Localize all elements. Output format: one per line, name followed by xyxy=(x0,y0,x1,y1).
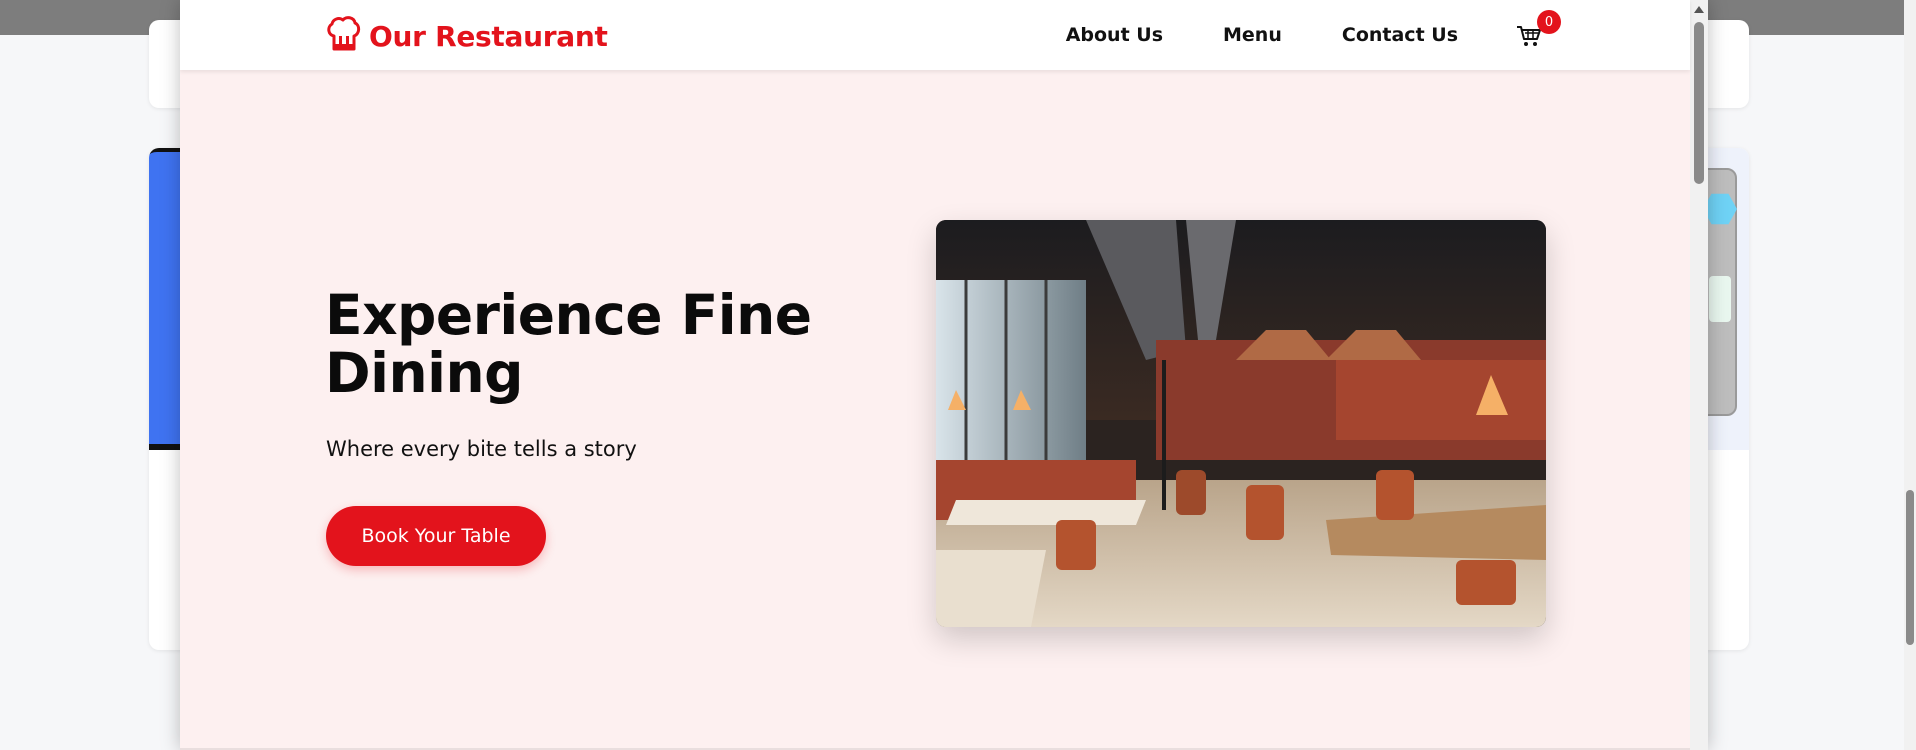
preview-scrollbar-thumb[interactable] xyxy=(1694,22,1704,184)
site-header: Our Restaurant About Us Menu Contact Us … xyxy=(180,0,1690,70)
cart-count-badge: 0 xyxy=(1537,10,1561,34)
main-nav: About Us Menu Contact Us xyxy=(1066,24,1458,46)
page-scrollbar[interactable] xyxy=(1904,0,1916,750)
hero-title: Experience Fine Dining xyxy=(325,283,812,405)
page-scrollbar-thumb[interactable] xyxy=(1906,490,1914,645)
book-table-button[interactable]: Book Your Table xyxy=(326,506,546,566)
background-phone-card xyxy=(1709,276,1731,322)
nav-about-us[interactable]: About Us xyxy=(1066,24,1163,46)
nav-contact-us[interactable]: Contact Us xyxy=(1342,24,1458,46)
nav-menu[interactable]: Menu xyxy=(1223,24,1282,46)
scroll-up-arrow-icon[interactable] xyxy=(1694,6,1704,13)
hero-section: Experience Fine Dining Where every bite … xyxy=(180,70,1690,748)
preview-scrollbar[interactable] xyxy=(1690,0,1708,750)
brand-title: Our Restaurant xyxy=(369,19,608,53)
preview-window: Our Restaurant About Us Menu Contact Us … xyxy=(180,0,1708,750)
brand[interactable]: Our Restaurant xyxy=(327,16,608,56)
hero-subtitle: Where every bite tells a story xyxy=(326,437,637,461)
chef-hat-icon xyxy=(327,16,361,56)
restaurant-interior-image xyxy=(936,220,1546,627)
